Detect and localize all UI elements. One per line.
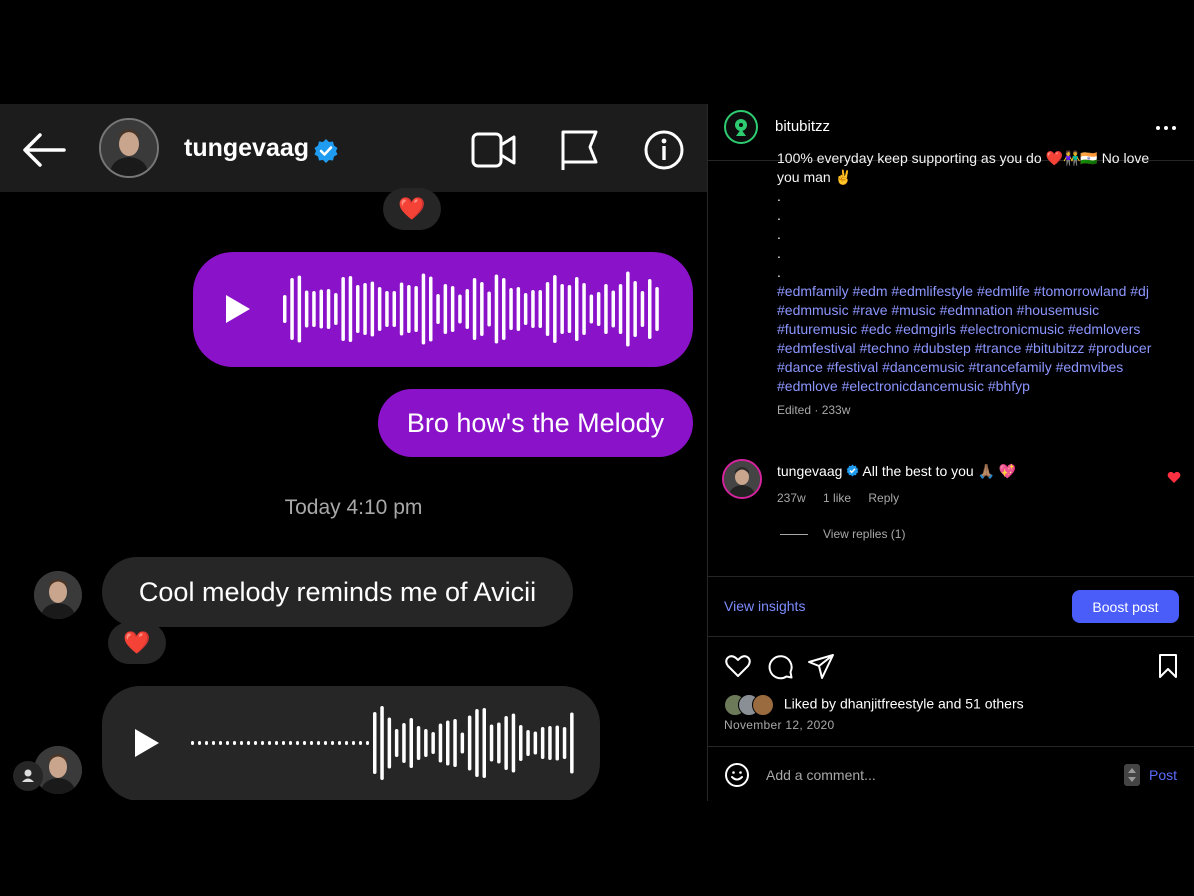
post-author-avatar[interactable] bbox=[724, 110, 758, 144]
dm-screenshot: tungevaag ❤️ Bro how's the Melody Today … bbox=[0, 104, 707, 800]
view-insights-link[interactable]: View insights bbox=[724, 598, 805, 614]
more-options-icon[interactable] bbox=[1154, 118, 1178, 138]
commenter-avatar[interactable] bbox=[722, 459, 762, 499]
comment-age: 237w bbox=[777, 491, 806, 505]
message-text: Bro how's the Melody bbox=[406, 407, 665, 438]
contact-avatar[interactable] bbox=[99, 118, 159, 178]
view-replies-label: View replies (1) bbox=[823, 527, 906, 541]
comment-text: All the best to you 🙏🏽 💖 bbox=[862, 463, 1017, 479]
replies-line bbox=[780, 534, 808, 536]
sender-avatar[interactable] bbox=[34, 571, 82, 619]
comment: tungevaag All the best to you 🙏🏽 💖 bbox=[777, 463, 1016, 480]
hashtag-line[interactable]: #edmfestival #techno #dubstep #trance #b… bbox=[777, 339, 1182, 358]
grammar-helper-icon[interactable] bbox=[1124, 764, 1140, 786]
waveform bbox=[283, 271, 659, 347]
info-icon[interactable] bbox=[640, 128, 688, 172]
voice-message-incoming[interactable] bbox=[102, 686, 600, 800]
comment-heart-icon[interactable] bbox=[1167, 470, 1181, 484]
edited-meta: Edited · 233w bbox=[777, 403, 851, 417]
heart-emoji: ❤️ bbox=[398, 196, 426, 221]
verified-badge-icon bbox=[847, 464, 859, 477]
dm-header: tungevaag bbox=[0, 104, 707, 192]
caption-dot: . bbox=[777, 245, 781, 261]
caption-dot: . bbox=[777, 226, 781, 242]
caption-line: you man ✌️ bbox=[777, 169, 853, 185]
message-text: Cool melody reminds me of Avicii bbox=[138, 576, 537, 607]
caption-dot: . bbox=[777, 264, 781, 280]
verified-badge-icon bbox=[314, 139, 338, 163]
hashtag-line[interactable]: #dance #festival #dancemusic #trancefami… bbox=[777, 358, 1182, 377]
comment-meta: 237w 1 like Reply bbox=[777, 491, 913, 505]
liker-avatar bbox=[752, 694, 774, 716]
reaction-heart[interactable]: ❤️ bbox=[383, 188, 441, 230]
post-caption: 100% everyday keep supporting as you do … bbox=[777, 149, 1182, 420]
boost-post-button[interactable]: Boost post bbox=[1072, 590, 1179, 623]
share-icon[interactable] bbox=[807, 652, 835, 680]
boost-post-label: Boost post bbox=[1092, 598, 1159, 615]
post-date[interactable]: November 12, 2020 bbox=[724, 718, 835, 732]
video-call-icon[interactable] bbox=[470, 128, 518, 172]
comment-input[interactable]: Add a comment... bbox=[766, 767, 876, 783]
post-author-username[interactable]: bitubitzz bbox=[775, 118, 830, 135]
hashtag-line[interactable]: #edmlove #electronicdancemusic #bhfyp bbox=[777, 377, 1182, 396]
play-icon[interactable] bbox=[223, 292, 253, 326]
message-incoming[interactable]: Cool melody reminds me of Avicii bbox=[102, 557, 573, 627]
comment-likes[interactable]: 1 like bbox=[823, 491, 851, 505]
liked-by: Liked by dhanjitfreestyle and 51 others bbox=[724, 694, 1024, 716]
divider bbox=[708, 636, 1194, 637]
caption-dot: . bbox=[777, 207, 781, 223]
liked-by-others[interactable]: 51 others bbox=[965, 696, 1023, 712]
heart-emoji: ❤️ bbox=[123, 630, 151, 655]
liked-by-user[interactable]: dhanjitfreestyle bbox=[840, 696, 934, 712]
liked-by-prefix: Liked by bbox=[783, 695, 837, 712]
liked-by-suffix: and bbox=[938, 695, 962, 712]
post-comment-button[interactable]: Post bbox=[1149, 767, 1177, 783]
like-heart-icon[interactable] bbox=[724, 652, 752, 680]
hashtag-line[interactable]: #futuremusic #edc #edmgirls #electronicm… bbox=[777, 320, 1182, 339]
waveform bbox=[191, 706, 574, 780]
back-arrow-icon[interactable] bbox=[20, 130, 68, 170]
reply-button[interactable]: Reply bbox=[868, 491, 899, 505]
play-icon[interactable] bbox=[132, 726, 162, 760]
liked-by-avatars[interactable] bbox=[724, 694, 776, 716]
comment-author[interactable]: tungevaag bbox=[777, 463, 842, 479]
message-timestamp: Today 4:10 pm bbox=[284, 496, 423, 519]
contact-name[interactable]: tungevaag bbox=[184, 134, 309, 163]
save-bookmark-icon[interactable] bbox=[1154, 652, 1182, 680]
profile-icon[interactable] bbox=[13, 761, 43, 791]
divider bbox=[708, 746, 1194, 747]
caption-dot: . bbox=[777, 188, 781, 204]
post-panel: bitubitzz 100% everyday keep supporting … bbox=[708, 104, 1194, 801]
emoji-icon[interactable] bbox=[724, 762, 750, 788]
hashtag-line[interactable]: #edmmusic #rave #music #edmnation #house… bbox=[777, 301, 1182, 320]
flag-icon[interactable] bbox=[556, 128, 604, 172]
voice-message-outgoing[interactable] bbox=[193, 252, 693, 367]
caption-hashtags[interactable]: #edmfamily #edm #edmlifestyle #edmlife #… bbox=[777, 282, 1182, 396]
hashtag-line[interactable]: #edmfamily #edm #edmlifestyle #edmlife #… bbox=[777, 282, 1182, 301]
caption-line: 100% everyday keep supporting as you do … bbox=[777, 150, 1150, 166]
view-replies-button[interactable]: View replies (1) bbox=[780, 527, 905, 541]
divider bbox=[708, 576, 1194, 577]
comment-icon[interactable] bbox=[766, 652, 794, 680]
message-outgoing[interactable]: Bro how's the Melody bbox=[378, 389, 693, 457]
reaction-heart[interactable]: ❤️ bbox=[108, 622, 166, 664]
